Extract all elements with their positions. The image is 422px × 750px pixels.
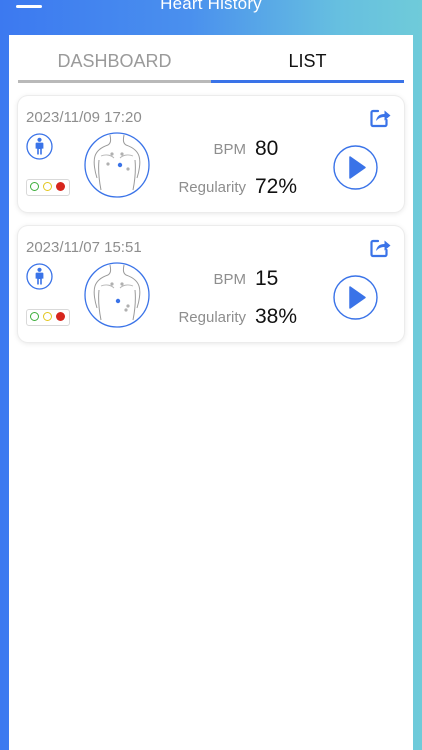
tab-list[interactable]: LIST <box>211 47 404 83</box>
record-datetime: 2023/11/07 15:51 <box>26 239 142 256</box>
play-button[interactable] <box>333 275 378 320</box>
torso-electrode-icon <box>84 262 150 328</box>
share-button[interactable] <box>370 108 392 128</box>
signal-lights <box>26 179 70 196</box>
tab-dashboard-label: DASHBOARD <box>57 51 172 71</box>
signal-lights <box>26 309 70 326</box>
person-icon <box>26 263 53 290</box>
share-icon <box>370 109 391 128</box>
red-light-icon <box>56 182 65 191</box>
regularity-value: 72% <box>255 175 298 198</box>
tab-list-label: LIST <box>288 51 327 71</box>
play-button[interactable] <box>333 145 378 190</box>
tab-dashboard[interactable]: DASHBOARD <box>18 47 211 83</box>
play-icon <box>333 275 378 320</box>
bpm-value: 80 <box>255 137 279 160</box>
bpm-label: BPM <box>213 141 246 158</box>
person-icon <box>26 133 53 160</box>
bpm-label: BPM <box>213 271 246 288</box>
green-light-icon <box>30 182 39 191</box>
tab-list-underline <box>211 80 404 83</box>
person-button[interactable] <box>26 263 53 290</box>
play-icon <box>333 145 378 190</box>
share-button[interactable] <box>370 238 392 258</box>
bpm-value: 15 <box>255 267 279 290</box>
regularity-value: 38% <box>255 305 298 328</box>
record-datetime: 2023/11/09 17:20 <box>26 109 142 126</box>
app-header: Heart History <box>0 0 422 34</box>
record-card[interactable]: 2023/11/09 17:20 BPM 80 Regularity 72% <box>18 96 404 212</box>
regularity-label: Regularity <box>178 179 246 196</box>
page-title: Heart History <box>160 0 262 13</box>
red-light-icon <box>56 312 65 321</box>
regularity-label: Regularity <box>178 309 246 326</box>
yellow-light-icon <box>43 312 52 321</box>
green-light-icon <box>30 312 39 321</box>
tab-dashboard-underline <box>18 80 211 83</box>
yellow-light-icon <box>43 182 52 191</box>
torso-electrode-icon <box>84 132 150 198</box>
tab-bar: DASHBOARD LIST <box>18 47 404 83</box>
share-icon <box>370 239 391 258</box>
person-button[interactable] <box>26 133 53 160</box>
record-card[interactable]: 2023/11/07 15:51 BPM 15 Regularity 38% <box>18 226 404 342</box>
main-panel: DASHBOARD LIST 2023/11/09 17:20 BPM 80 R… <box>9 35 413 750</box>
